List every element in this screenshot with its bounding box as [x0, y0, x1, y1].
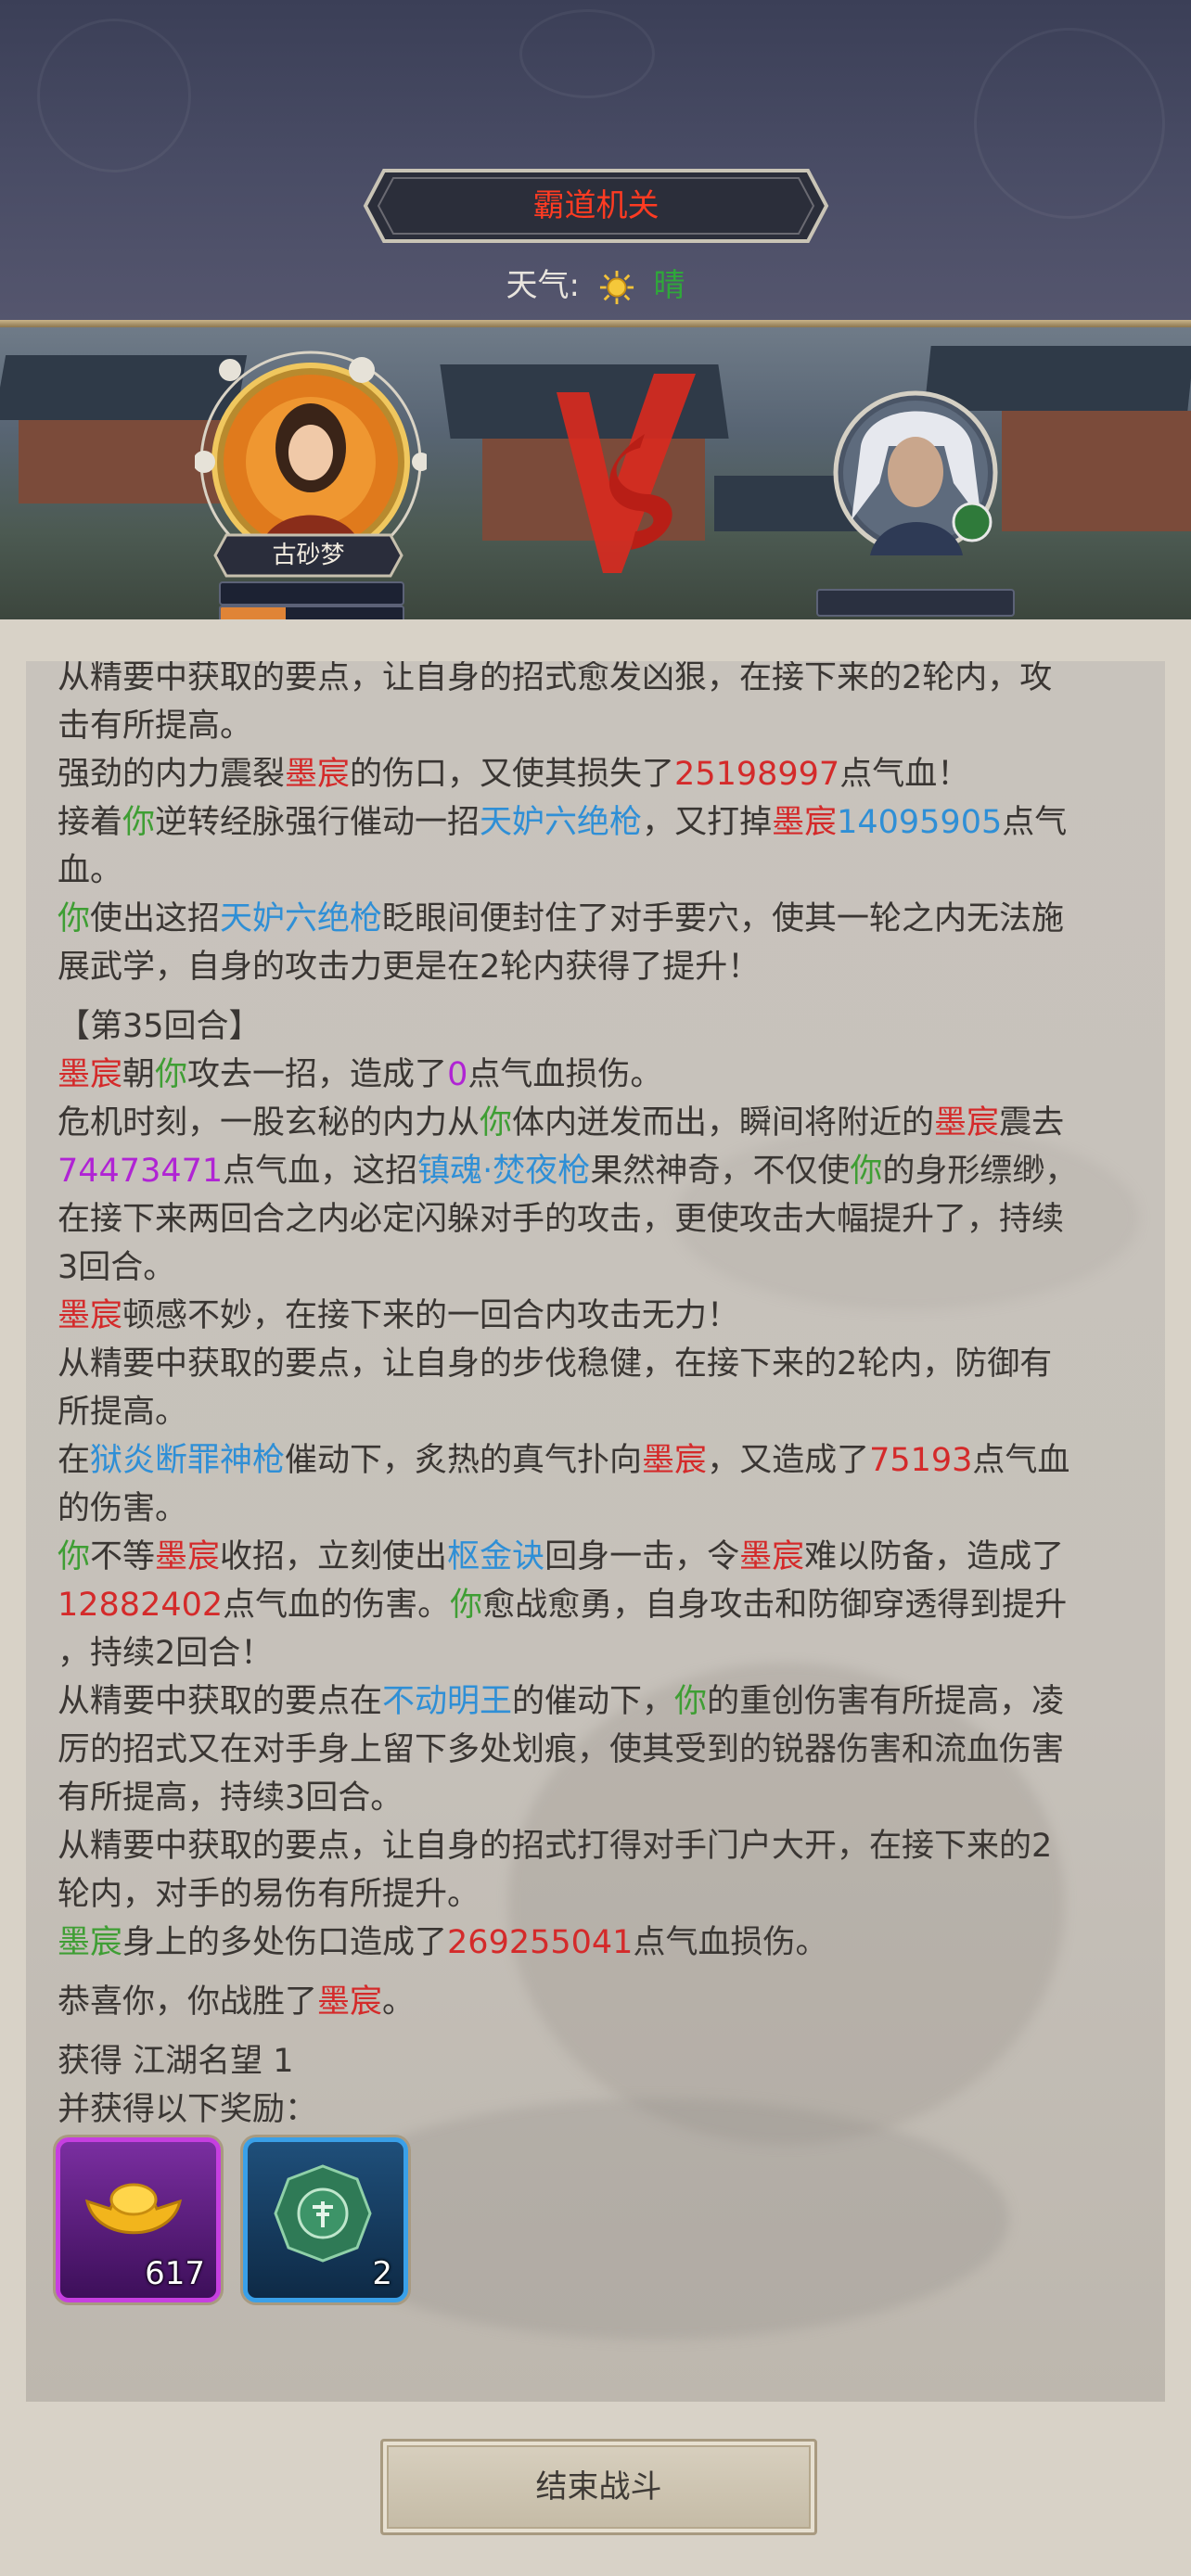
reputation-gain: 获得 江湖名望 1	[58, 2043, 294, 2080]
weather-row: 天气: 晴	[0, 258, 1191, 313]
log-line: 从精要中获取的要点，让自身的步伐稳健，在接下来的2轮内，防御有	[58, 1345, 1053, 1383]
log-line: 墨宸朝你攻去一招，造成了0点气血损伤。	[58, 1056, 663, 1093]
log-line: 强劲的内力震裂墨宸的伤口，又使其损失了25198997点气血！	[58, 756, 970, 793]
reward-item[interactable]: 617	[56, 2137, 221, 2302]
log-line: 从精要中获取的要点在不动明王的催动下，你的重创伤害有所提高，凌	[58, 1683, 1065, 1720]
reward-item[interactable]: 2	[243, 2137, 408, 2302]
log-line: 厉的招式又在对手身上留下多处划痕，使其受到的锐器伤害和流血伤害	[58, 1731, 1065, 1768]
end-battle-button[interactable]: 结束战斗	[380, 2439, 817, 2535]
log-line: 血。	[58, 852, 123, 889]
stage-title: 霸道机关	[532, 187, 660, 224]
player-name: 古砂梦	[272, 542, 345, 569]
battle-header: 霸道机关 天气: 晴	[0, 0, 1191, 327]
log-line: 你使出这招天妒六绝枪眨眼间便封住了对手要穴，使其一轮之内无法施	[58, 900, 1065, 937]
battle-scene: 古砂梦	[0, 327, 1191, 619]
player-hp-bar	[219, 581, 404, 606]
log-line: 所提高。	[58, 1394, 188, 1431]
log-line: 从精要中获取的要点，让自身的招式愈发凶狠，在接下来的2轮内，攻	[58, 661, 1053, 696]
header-divider	[0, 320, 1191, 327]
log-line: 有所提高，持续3回合。	[58, 1779, 403, 1817]
weather-label: 天气:	[506, 267, 580, 304]
rewards-label: 并获得以下奖励：	[58, 2091, 318, 2128]
log-line: 危机时刻，一股玄秘的内力从你体内迸发而出，瞬间将附近的墨宸震去	[58, 1104, 1065, 1141]
log-line: ，持续2回合！	[58, 1635, 274, 1672]
log-line: 墨宸身上的多处伤口造成了269255041点气血损伤。	[58, 1924, 828, 1961]
log-line: 从精要中获取的要点，让自身的招式打得对手门户大开，在接下来的2	[58, 1828, 1053, 1865]
log-line: 的伤害。	[58, 1490, 188, 1527]
ink-painting-decor	[304, 2098, 1009, 2340]
log-line: 轮内，对手的易伤有所提升。	[58, 1876, 480, 1913]
log-line: 击有所提高。	[58, 708, 253, 745]
decor-swirl	[974, 28, 1165, 219]
log-line: 在接下来两回合之内必定闪躲对手的攻击，更使攻击大幅提升了，持续	[58, 1201, 1065, 1238]
decor-swirl	[37, 19, 191, 172]
log-line: 墨宸顿感不妙，在接下来的一回合内攻击无力！	[58, 1297, 740, 1334]
log-line: 在狱炎断罪神枪催动下，炙热的真气扑向墨宸，又造成了75193点气血	[58, 1442, 1070, 1479]
log-line: 你不等墨宸收招，立刻使出枢金诀回身一击，令墨宸难以防备，造成了	[58, 1538, 1065, 1575]
scene-building	[1002, 411, 1191, 531]
decor-swirl	[519, 9, 655, 98]
reward-count: 2	[372, 2255, 392, 2292]
log-line: 12882402点气血的伤害。你愈战愈勇，自身攻击和防御穿透得到提升	[58, 1587, 1068, 1624]
weather-value: 晴	[653, 267, 685, 304]
log-line: 接着你逆转经脉强行催动一招天妒六绝枪，又打掉墨宸14095905点气	[58, 804, 1068, 841]
victory-message: 恭喜你，你战胜了墨宸。	[58, 1983, 416, 2021]
log-line: 74473471点气血，这招镇魂·焚夜枪果然神奇，不仅使你的身形缥缈，	[58, 1153, 1078, 1190]
gold-ingot-icon	[84, 2183, 183, 2235]
jade-token-icon	[274, 2164, 372, 2263]
log-line: 3回合。	[58, 1249, 176, 1286]
scene-building	[19, 420, 223, 504]
log-line: 展武学，自身的攻击力更是在2轮内获得了提升！	[58, 949, 761, 986]
round-header: 【第35回合】	[58, 1008, 262, 1045]
reward-count: 617	[145, 2255, 205, 2292]
vs-emblem	[557, 374, 696, 573]
player-energy-bar	[219, 606, 404, 619]
battle-log: 从精要中获取的要点，让自身的招式愈发凶狠，在接下来的2轮内，攻 击有所提高。 强…	[58, 661, 1161, 2134]
end-battle-label: 结束战斗	[535, 2468, 662, 2506]
sun-icon	[599, 270, 634, 304]
enemy-avatar	[833, 390, 998, 555]
enemy-hp-bar	[816, 589, 1015, 617]
